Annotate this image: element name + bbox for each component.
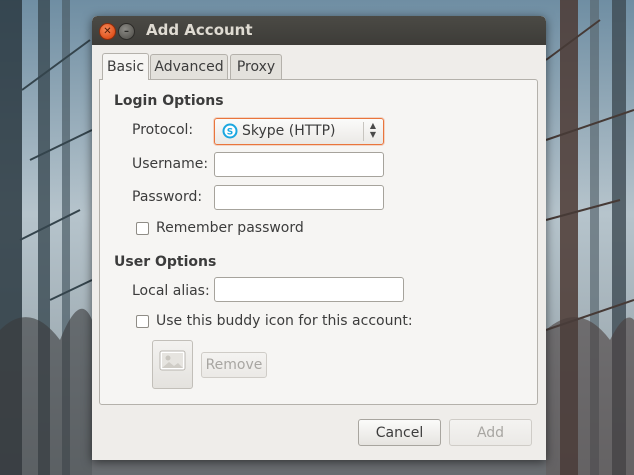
svg-text:S: S [227, 128, 233, 138]
remember-password-checkbox[interactable] [136, 222, 149, 235]
close-window-button[interactable]: ✕ [99, 23, 116, 40]
minimize-window-button[interactable]: – [118, 23, 135, 40]
remember-password-label: Remember password [156, 220, 304, 236]
image-placeholder-icon [159, 350, 186, 371]
close-icon: ✕ [103, 25, 112, 37]
local-alias-label: Local alias: [132, 283, 210, 299]
protocol-select[interactable]: S Skype (HTTP) ▲ ▼ [214, 118, 384, 145]
protocol-label: Protocol: [132, 122, 194, 138]
tab-advanced[interactable]: Advanced [150, 54, 228, 79]
tab-proxy[interactable]: Proxy [230, 54, 282, 79]
protocol-value: Skype (HTTP) [242, 123, 336, 139]
combo-separator [363, 122, 364, 141]
add-button[interactable]: Add [449, 419, 532, 446]
tab-basic[interactable]: Basic [102, 53, 149, 80]
buddy-icon-label: Use this buddy icon for this account: [156, 313, 413, 329]
username-label: Username: [132, 156, 209, 172]
titlebar[interactable]: ✕ – Add Account [92, 16, 546, 45]
window-title: Add Account [146, 21, 253, 39]
skype-icon: S [222, 123, 238, 139]
spin-arrows-icon: ▲ ▼ [369, 121, 377, 139]
buddy-icon-button[interactable] [152, 340, 193, 389]
password-field[interactable] [214, 185, 384, 210]
cancel-button[interactable]: Cancel [358, 419, 441, 446]
remove-icon-button[interactable]: Remove [201, 352, 267, 378]
username-field[interactable] [214, 152, 384, 177]
user-options-heading: User Options [114, 254, 217, 270]
password-label: Password: [132, 189, 203, 205]
buddy-icon-checkbox[interactable] [136, 315, 149, 328]
add-account-dialog: ✕ – Add Account Basic Advanced Proxy Log… [92, 16, 546, 460]
local-alias-field[interactable] [214, 277, 404, 302]
minimize-icon: – [124, 25, 129, 37]
login-options-heading: Login Options [114, 93, 224, 109]
